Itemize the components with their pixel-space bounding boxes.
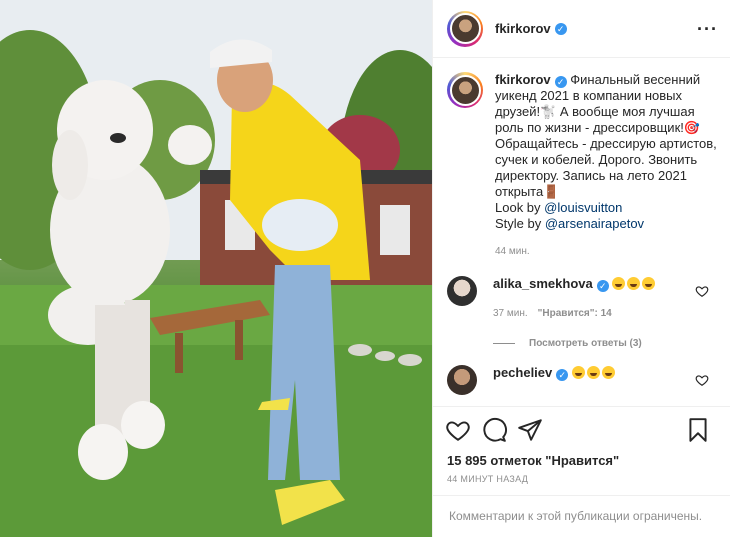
comment-likes[interactable]: "Нравится": 14 bbox=[538, 308, 612, 319]
comment-icon[interactable] bbox=[481, 417, 507, 443]
action-bar bbox=[433, 407, 730, 453]
view-replies-button[interactable]: Посмотреть ответы (3) bbox=[433, 338, 730, 349]
caption-avatar[interactable] bbox=[447, 72, 483, 108]
arsenairapetov-link[interactable]: @arsenairapetov bbox=[545, 216, 644, 231]
instagram-post: fkirkorov ✓ ··· fkirkorov ✓ Финальный вес… bbox=[0, 0, 730, 537]
comment-body: alika_smekhova ✓ 37 мин. "Нравится": 14 bbox=[493, 276, 693, 322]
comment-body: pecheliev ✓ bbox=[493, 365, 693, 395]
comments-scroll-area[interactable]: fkirkorov ✓ Финальный весенний уикенд 202… bbox=[433, 58, 730, 406]
post-side-panel: fkirkorov ✓ ··· fkirkorov ✓ Финальный вес… bbox=[432, 0, 730, 537]
comment-emoji bbox=[612, 276, 657, 291]
look-label: Look by bbox=[495, 200, 545, 215]
commenter-avatar[interactable] bbox=[447, 365, 477, 395]
more-options-icon[interactable]: ··· bbox=[697, 19, 718, 40]
verified-badge-icon: ✓ bbox=[596, 280, 609, 292]
verified-badge-icon: ✓ bbox=[554, 22, 567, 35]
laughing-emoji-icon bbox=[586, 366, 600, 379]
post-caption: fkirkorov ✓ Финальный весенний уикенд 202… bbox=[433, 58, 730, 260]
comment-emoji bbox=[571, 365, 617, 380]
laughing-emoji-icon bbox=[571, 366, 585, 379]
replies-line bbox=[493, 343, 515, 344]
post-footer: 15 895 отметок "Нравится" 44 МИНУТ НАЗАД… bbox=[433, 406, 730, 537]
avatar-image bbox=[449, 74, 481, 106]
photo-illustration bbox=[0, 0, 432, 537]
comment-time[interactable]: 37 мин. bbox=[493, 308, 528, 319]
comment-item: alika_smekhova ✓ 37 мин. "Нравится": 14 bbox=[433, 276, 730, 322]
bookmark-icon[interactable] bbox=[685, 417, 711, 443]
view-replies-label: Посмотреть ответы (3) bbox=[529, 338, 642, 349]
share-icon[interactable] bbox=[517, 417, 543, 443]
comment-item: pecheliev ✓ bbox=[433, 365, 730, 395]
author-avatar[interactable] bbox=[447, 10, 483, 47]
post-date[interactable]: 44 МИНУТ НАЗАД bbox=[433, 468, 730, 484]
laughing-emoji-icon bbox=[642, 277, 656, 290]
laughing-emoji-icon bbox=[612, 277, 626, 290]
comments-restricted-notice: Комментарии к этой публикации ограничены… bbox=[433, 495, 730, 538]
author-username[interactable]: fkirkorov bbox=[495, 21, 551, 36]
likes-count[interactable]: 15 895 отметок "Нравится" bbox=[433, 453, 730, 468]
laughing-emoji-icon bbox=[601, 366, 615, 379]
comment-like-heart-icon[interactable] bbox=[695, 284, 709, 298]
caption-body: fkirkorov ✓ Финальный весенний уикенд 202… bbox=[495, 72, 717, 260]
caption-time[interactable]: 44 мин. bbox=[495, 244, 717, 260]
louisvuitton-link[interactable]: @louisvuitton bbox=[544, 200, 622, 215]
comment-username[interactable]: alika_smekhova bbox=[493, 276, 593, 291]
comment-like-heart-icon[interactable] bbox=[695, 373, 709, 387]
verified-badge-icon: ✓ bbox=[556, 369, 569, 381]
laughing-emoji-icon bbox=[627, 277, 641, 290]
comment-meta: 37 мин. "Нравится": 14 bbox=[493, 306, 693, 322]
commenter-avatar[interactable] bbox=[447, 276, 477, 306]
post-header: fkirkorov ✓ ··· bbox=[433, 0, 730, 58]
caption-username[interactable]: fkirkorov bbox=[495, 72, 551, 87]
caption-text: Финальный весенний уикенд 2021 в компани… bbox=[495, 72, 717, 199]
heart-icon[interactable] bbox=[445, 417, 471, 443]
comment-username[interactable]: pecheliev bbox=[493, 365, 552, 380]
style-label: Style by bbox=[495, 216, 545, 231]
post-photo[interactable] bbox=[0, 0, 432, 537]
avatar-image bbox=[449, 13, 481, 44]
verified-badge-icon: ✓ bbox=[554, 76, 567, 88]
